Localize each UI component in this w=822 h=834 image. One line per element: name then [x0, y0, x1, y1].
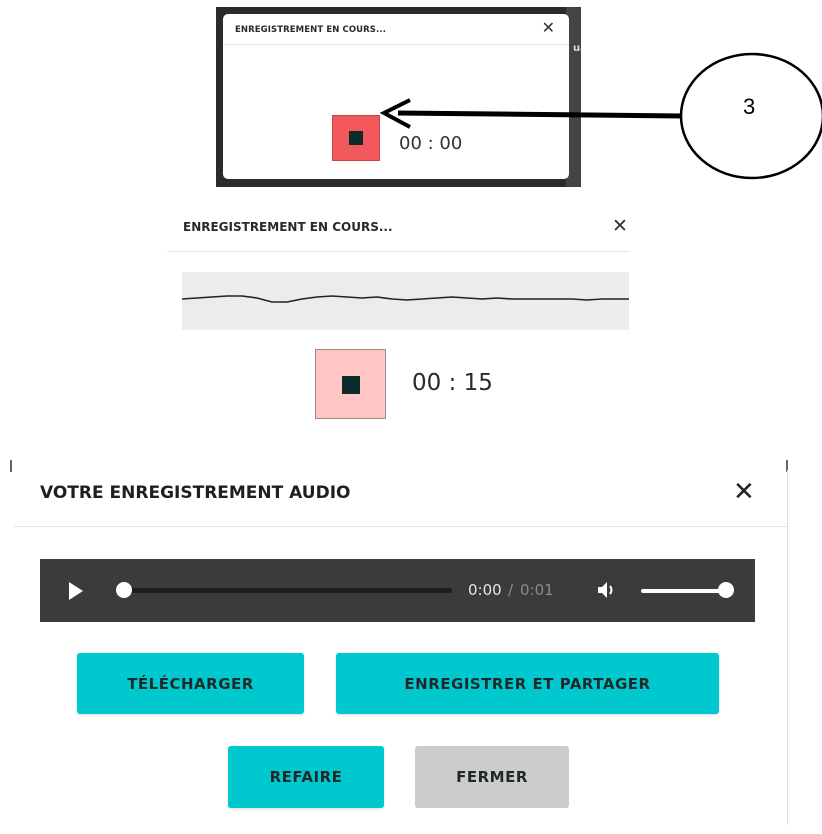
seek-bar[interactable] [122, 588, 452, 593]
divider [167, 251, 630, 252]
dialog-title: ENREGISTREMENT EN COURS... [183, 220, 393, 234]
time-separator: / [508, 581, 514, 599]
volume-icon[interactable] [597, 581, 621, 599]
volume-slider[interactable] [641, 589, 727, 593]
seek-handle[interactable] [116, 582, 132, 598]
play-icon[interactable] [69, 582, 83, 600]
volume-handle[interactable] [718, 582, 734, 598]
download-button[interactable]: TÉLÉCHARGER [77, 653, 304, 714]
arrow-icon [397, 110, 683, 119]
close-icon[interactable]: ✕ [612, 215, 628, 237]
audio-player: 0:00 / 0:01 [40, 559, 755, 622]
redo-button[interactable]: REFAIRE [228, 746, 384, 808]
waveform-display [181, 272, 629, 330]
save-and-share-button[interactable]: ENREGISTRER ET PARTAGER [336, 653, 719, 714]
close-icon[interactable]: ✕ [733, 477, 755, 507]
divider [14, 526, 787, 527]
recording-timer: 00 : 15 [412, 370, 493, 396]
duration: 0:01 [520, 581, 554, 599]
annotation-number: 3 [743, 94, 756, 119]
dialog-title: VOTRE ENREGISTREMENT AUDIO [40, 483, 351, 503]
dialog-edge [10, 460, 12, 472]
dialog-edge [787, 470, 788, 825]
waveform-line [181, 295, 629, 303]
close-button[interactable]: FERMER [415, 746, 569, 808]
stop-icon [342, 376, 360, 394]
current-time: 0:00 [468, 581, 502, 599]
stop-button[interactable] [315, 349, 386, 419]
